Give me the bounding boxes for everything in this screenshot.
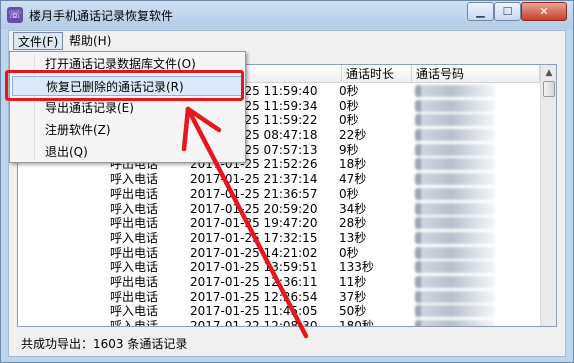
call-type-cell: 呼入电话 [110, 230, 159, 245]
call-type-cell: 呼入电话 [110, 172, 159, 187]
blurred-number-cell [415, 305, 495, 318]
file-menu-dropdown: 打开通话记录数据库文件(O) 恢复已删除的通话记录(R) 导出通话记录(E) 注… [9, 51, 246, 163]
vertical-scrollbar[interactable]: ▲ [540, 65, 556, 326]
call-duration-cell: 50秒 [339, 304, 367, 319]
call-time-cell: 2017-01-25 21:37:14 [190, 172, 318, 187]
blurred-number-cell [415, 187, 495, 200]
call-duration-cell: 18秒 [339, 157, 367, 172]
table-row[interactable]: 呼入电话 2017-01-22 12:08:30 180秒 [18, 319, 540, 327]
app-window: ☏ 楼月手机通话记录恢复软件 ▁ ☐ ✕ 文件(F) 帮助(H) 通话时长 通话… [0, 0, 574, 363]
call-duration-cell: 47秒 [339, 172, 367, 187]
call-time-cell: 2017-01-25 21:36:57 [190, 186, 318, 201]
call-duration-cell: 28秒 [339, 216, 367, 231]
table-row[interactable]: 呼入电话 2017-01-25 13:59:51 133秒 [18, 260, 540, 275]
blurred-number-cell [415, 158, 495, 171]
call-duration-cell: 0秒 [339, 84, 359, 98]
call-time-cell: 2017-01-22 12:08:30 [190, 319, 318, 327]
status-text: 共成功导出：1603 条通话记录 [21, 337, 188, 351]
call-duration-cell: 0秒 [339, 113, 359, 128]
table-row[interactable]: 呼出电话 2017-01-25 21:36:57 0秒 [18, 187, 540, 202]
table-row[interactable]: 呼入电话 2017-01-25 11:45:05 50秒 [18, 304, 540, 319]
phone-icon: ☏ [7, 7, 23, 23]
call-duration-cell: 0秒 [339, 186, 359, 201]
call-duration-cell: 34秒 [339, 201, 367, 216]
call-type-cell: 呼出电话 [110, 216, 159, 231]
menu-item-export[interactable]: 导出通话记录(E) [12, 98, 243, 118]
call-type-cell: 呼入电话 [110, 201, 159, 216]
call-type-cell: 呼出电话 [110, 289, 159, 304]
call-type-cell: 呼出电话 [110, 186, 159, 201]
table-row[interactable]: 呼出电话 2017-01-25 19:47:20 28秒 [18, 216, 540, 231]
minimize-button[interactable]: ▁ [467, 2, 494, 21]
maximize-button[interactable]: ☐ [494, 2, 521, 21]
window-title: 楼月手机通话记录恢复软件 [29, 9, 174, 23]
call-time-cell: 2017-01-25 11:45:05 [190, 304, 318, 319]
menu-item-register[interactable]: 注册软件(Z) [12, 120, 243, 140]
blurred-number-cell [415, 114, 495, 127]
call-time-cell: 2017-01-25 19:47:20 [190, 216, 318, 231]
call-time-cell: 2017-01-25 20:59:20 [190, 201, 318, 216]
table-row[interactable]: 呼入电话 2017-01-25 17:32:15 13秒 [18, 231, 540, 246]
blurred-number-cell [415, 290, 495, 303]
call-type-cell: 呼入电话 [110, 304, 159, 319]
table-row[interactable]: 呼入电话 2017-01-25 21:37:14 47秒 [18, 172, 540, 187]
blurred-number-cell [415, 246, 495, 259]
call-duration-cell: 0秒 [339, 98, 359, 113]
table-row[interactable]: 呼出电话 2017-01-25 12:26:54 37秒 [18, 290, 540, 305]
title-bar[interactable]: ☏ 楼月手机通话记录恢复软件 ▁ ☐ ✕ [1, 1, 573, 29]
call-time-cell: 2017-01-25 12:36:11 [190, 274, 318, 289]
blurred-number-cell [415, 85, 495, 97]
menu-bar: 文件(F) 帮助(H) [9, 31, 565, 51]
call-type-cell: 呼入电话 [110, 319, 159, 327]
blurred-number-cell [415, 99, 495, 112]
blurred-number-cell [415, 143, 495, 156]
call-type-cell: 呼出电话 [110, 274, 159, 289]
call-time-cell: 2017-01-25 17:32:15 [190, 230, 318, 245]
blurred-number-cell [415, 231, 495, 244]
call-type-cell: 呼出电话 [110, 245, 159, 260]
call-duration-cell: 22秒 [339, 128, 367, 143]
blurred-number-cell [415, 275, 495, 288]
call-duration-cell: 37秒 [339, 289, 367, 304]
blurred-number-cell [415, 261, 495, 274]
call-time-cell: 2017-01-25 13:59:51 [190, 260, 318, 275]
blurred-number-cell [415, 320, 495, 326]
call-duration-cell: 9秒 [339, 142, 359, 157]
table-row[interactable]: 呼出电话 2017-01-25 12:36:11 11秒 [18, 275, 540, 290]
call-duration-cell: 13秒 [339, 230, 367, 245]
blurred-number-cell [415, 202, 495, 215]
column-header-duration[interactable]: 通话时长 [342, 65, 412, 83]
scroll-up-icon[interactable]: ▲ [542, 66, 556, 81]
close-button[interactable]: ✕ [521, 2, 567, 21]
scroll-thumb[interactable] [543, 81, 555, 97]
call-time-cell: 2017-01-25 12:26:54 [190, 289, 318, 304]
column-header-number[interactable]: 通话号码 [412, 65, 540, 83]
call-time-cell: 2017-01-25 14:21:02 [190, 245, 318, 260]
call-type-cell: 呼入电话 [110, 260, 159, 275]
menu-item-exit[interactable]: 退出(Q) [12, 142, 243, 162]
annotation-highlight-box [5, 70, 244, 101]
menu-help[interactable]: 帮助(H) [65, 32, 115, 50]
table-row[interactable]: 呼入电话 2017-01-25 20:59:20 34秒 [18, 202, 540, 217]
blurred-number-cell [415, 129, 495, 142]
call-duration-cell: 180秒 [339, 319, 374, 327]
blurred-number-cell [415, 173, 495, 186]
call-duration-cell: 0秒 [339, 245, 359, 260]
table-row[interactable]: 呼出电话 2017-01-25 14:21:02 0秒 [18, 246, 540, 261]
call-duration-cell: 133秒 [339, 260, 374, 275]
menu-file[interactable]: 文件(F) [13, 32, 64, 50]
blurred-number-cell [415, 217, 495, 230]
call-duration-cell: 11秒 [339, 274, 367, 289]
